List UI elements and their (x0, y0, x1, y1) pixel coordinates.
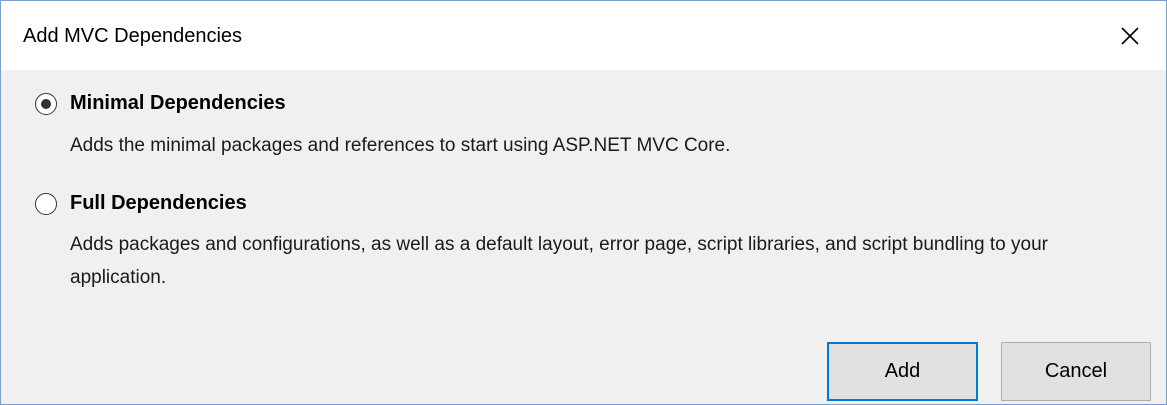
close-icon (1121, 26, 1139, 45)
dialog-body: Minimal Dependencies Adds the minimal pa… (1, 70, 1166, 404)
full-dependencies-radio[interactable] (35, 192, 57, 215)
close-button[interactable] (1094, 1, 1166, 70)
add-button[interactable]: Add (827, 342, 978, 401)
add-mvc-dependencies-dialog: Add MVC Dependencies Minimal Dependencie… (0, 0, 1167, 405)
option-full[interactable]: Full Dependencies (35, 192, 247, 215)
option-minimal-row[interactable]: Minimal Dependencies (35, 92, 286, 115)
minimal-dependencies-radio[interactable] (35, 92, 57, 115)
full-dependencies-description: Adds packages and configurations, as wel… (70, 234, 1048, 288)
full-dependencies-label[interactable]: Full Dependencies (70, 192, 247, 215)
title-bar: Add MVC Dependencies (1, 1, 1166, 70)
option-full-row[interactable]: Full Dependencies (35, 192, 247, 215)
option-minimal[interactable]: Minimal Dependencies (35, 92, 286, 115)
cancel-button[interactable]: Cancel (1001, 342, 1151, 401)
dialog-title: Add MVC Dependencies (23, 25, 243, 47)
radio-selected-dot (41, 98, 51, 109)
minimal-dependencies-description: Adds the minimal packages and references… (70, 135, 731, 156)
minimal-dependencies-label[interactable]: Minimal Dependencies (70, 92, 286, 115)
